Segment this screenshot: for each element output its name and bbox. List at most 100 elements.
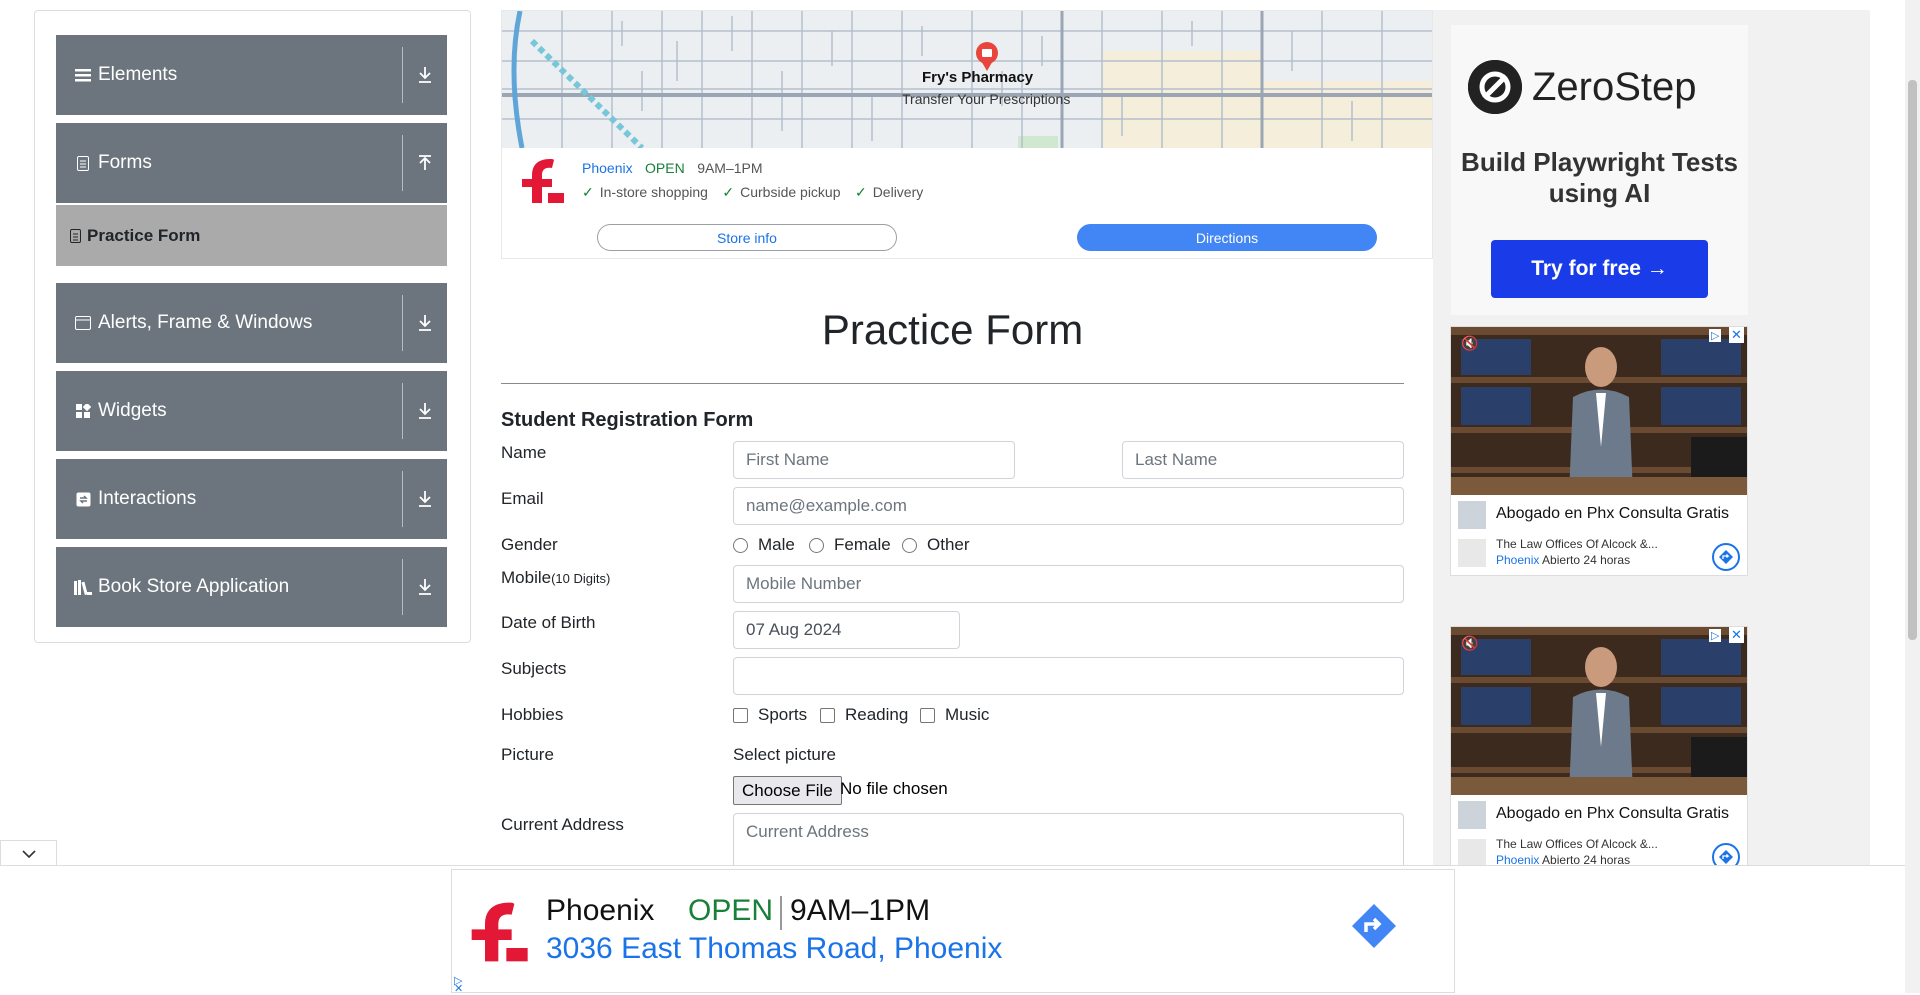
page-title: Practice Form — [821, 306, 1084, 353]
sidebar-group-interactions[interactable]: Interactions — [56, 459, 447, 539]
gender-radio-male[interactable]: Male — [733, 535, 795, 555]
gender-label: Gender — [501, 535, 558, 554]
picture-label: Picture — [501, 745, 554, 764]
lawyer-thumbnail — [1458, 801, 1486, 829]
close-icon[interactable]: ✕ — [454, 982, 463, 995]
map-place-title: Fry's Pharmacy — [922, 69, 1034, 86]
download-icon[interactable] — [403, 66, 447, 84]
download-icon[interactable] — [403, 314, 447, 332]
hobby-checkbox-reading[interactable]: Reading — [820, 705, 908, 725]
ad-city: Phoenix — [1496, 553, 1540, 567]
upload-icon[interactable] — [403, 154, 447, 172]
email-input[interactable]: name@example.com — [733, 487, 1404, 525]
dob-label: Date of Birth — [501, 613, 596, 632]
widgets-icon — [74, 402, 92, 420]
radio-circle — [809, 537, 824, 553]
feature-delivery: ✓ Delivery — [854, 184, 924, 200]
directions-icon[interactable] — [1712, 543, 1740, 571]
directions-button[interactable]: Directions — [1077, 224, 1377, 251]
feature-curbside: ✓ Curbside pickup — [722, 184, 841, 200]
window-icon — [74, 314, 92, 332]
bottom-ad-city: Phoenix — [546, 894, 655, 927]
hobbies-label: Hobbies — [501, 705, 564, 724]
video-ad-1[interactable]: 🔇 ▷ ✕ Abogado en Phx Consulta Gratis The… — [1450, 326, 1748, 576]
ad-status: Abierto 24 horas — [1542, 553, 1631, 567]
store-info-button[interactable]: Store info — [597, 224, 897, 251]
muted-icon[interactable]: 🔇 — [1461, 335, 1478, 352]
current-address-textarea[interactable]: Current Address — [733, 813, 1404, 873]
collapse-ad-button[interactable] — [0, 840, 57, 866]
close-icon[interactable]: ✕ — [1729, 327, 1744, 343]
checkbox-box — [820, 707, 835, 723]
date-of-birth-input[interactable]: 07 Aug 2024 — [733, 611, 960, 649]
sidebar-item-practice-form[interactable]: Practice Form — [56, 205, 447, 266]
name-label: Name — [501, 443, 547, 462]
muted-icon[interactable]: 🔇 — [1461, 635, 1478, 652]
store-info-row: Phoenix OPEN 9AM–1PM ✓ In-store shopping … — [502, 148, 1432, 214]
map-thumbnail — [1458, 539, 1486, 567]
hobby-checkbox-sports[interactable]: Sports — [733, 705, 807, 725]
mobile-label: Mobile(10 Digits) — [501, 568, 611, 587]
frys-logo — [518, 157, 564, 205]
divider — [501, 383, 1404, 384]
check-icon: ✓ — [722, 184, 735, 200]
try-for-free-button[interactable]: Try for free → — [1491, 240, 1708, 298]
map-image[interactable]: Fry's Pharmacy Transfer Your Prescriptio… — [502, 11, 1432, 148]
ad-title[interactable]: Abogado en Phx Consulta Gratis — [1496, 805, 1729, 823]
download-icon[interactable] — [403, 490, 447, 508]
download-icon[interactable] — [403, 402, 447, 420]
last-name-input[interactable]: Last Name — [1122, 441, 1404, 479]
video-thumbnail[interactable]: 🔇 ▷ ✕ — [1451, 327, 1747, 495]
hamburger-icon — [74, 66, 92, 84]
interactions-icon — [74, 490, 92, 508]
document-icon — [74, 154, 92, 172]
sidebar-group-forms[interactable]: Forms — [56, 123, 447, 203]
mobile-input[interactable]: Mobile Number — [733, 565, 1404, 603]
ad-choices-icon[interactable]: ▷ — [1709, 629, 1722, 642]
hobby-checkbox-music[interactable]: Music — [920, 705, 989, 725]
sidebar-group-label: Interactions — [98, 488, 197, 509]
lawyer-thumbnail — [1458, 501, 1486, 529]
choose-file-button[interactable]: Choose File — [733, 776, 842, 805]
subjects-input[interactable] — [733, 657, 1404, 695]
frys-logo — [466, 900, 528, 969]
sidebar-group-elements[interactable]: Elements — [56, 35, 447, 115]
first-name-input[interactable]: First Name — [733, 441, 1015, 479]
ad-title[interactable]: Abogado en Phx Consulta Gratis — [1496, 505, 1729, 523]
chevron-down-icon — [21, 845, 36, 863]
zerostep-tagline: Build Playwright Tests using AI — [1461, 147, 1738, 208]
sidebar-group-book-store[interactable]: Book Store Application — [56, 547, 447, 627]
form-title: Student Registration Form — [501, 409, 754, 431]
form-icon — [70, 228, 81, 243]
feature-in-store: ✓ In-store shopping — [582, 184, 708, 200]
video-thumbnail[interactable]: 🔇 ▷ ✕ — [1451, 627, 1747, 795]
check-icon: ✓ — [854, 184, 867, 200]
sidebar-item-label: Practice Form — [87, 225, 201, 245]
check-icon: ✓ — [582, 184, 594, 200]
sidebar-group-label: Alerts, Frame & Windows — [98, 312, 313, 333]
scrollbar-thumb[interactable] — [1908, 80, 1917, 640]
address-label: Current Address — [501, 815, 624, 834]
download-icon[interactable] — [403, 578, 447, 596]
video-ad-2[interactable]: 🔇 ▷ ✕ Abogado en Phx Consulta Gratis The… — [1450, 626, 1748, 876]
ad-hours: 9AM–1PM — [697, 160, 763, 176]
subjects-label: Subjects — [501, 659, 567, 678]
map-place-subtitle: Transfer Your Prescriptions — [902, 91, 1071, 107]
gender-radio-other[interactable]: Other — [902, 535, 970, 555]
zerostep-brand: ZeroStep — [1532, 64, 1697, 109]
bottom-ad[interactable]: Phoenix OPEN 9AM–1PM 3036 East Thomas Ro… — [451, 869, 1455, 995]
mobile-hint: (10 Digits) — [551, 571, 611, 586]
sidebar-group-widgets[interactable]: Widgets — [56, 371, 447, 451]
ad-org: The Law Offices Of Alcock &... — [1496, 537, 1658, 551]
checkbox-box — [920, 707, 935, 723]
sidebar-group-alerts[interactable]: Alerts, Frame & Windows — [56, 283, 447, 363]
ad-choices-icon[interactable]: ▷ — [1709, 329, 1722, 342]
gender-radio-female[interactable]: Female — [809, 535, 891, 555]
ad-city: Phoenix — [582, 160, 633, 176]
bottom-ad-address[interactable]: 3036 East Thomas Road, Phoenix — [546, 932, 1002, 966]
close-icon[interactable]: ✕ — [1729, 627, 1744, 643]
zerostep-ad[interactable]: ZeroStep Build Playwright Tests using AI… — [1451, 25, 1748, 315]
sidebar-group-label: Forms — [98, 152, 152, 173]
directions-icon[interactable] — [1350, 902, 1398, 950]
map-ad[interactable]: Fry's Pharmacy Transfer Your Prescriptio… — [501, 10, 1433, 259]
